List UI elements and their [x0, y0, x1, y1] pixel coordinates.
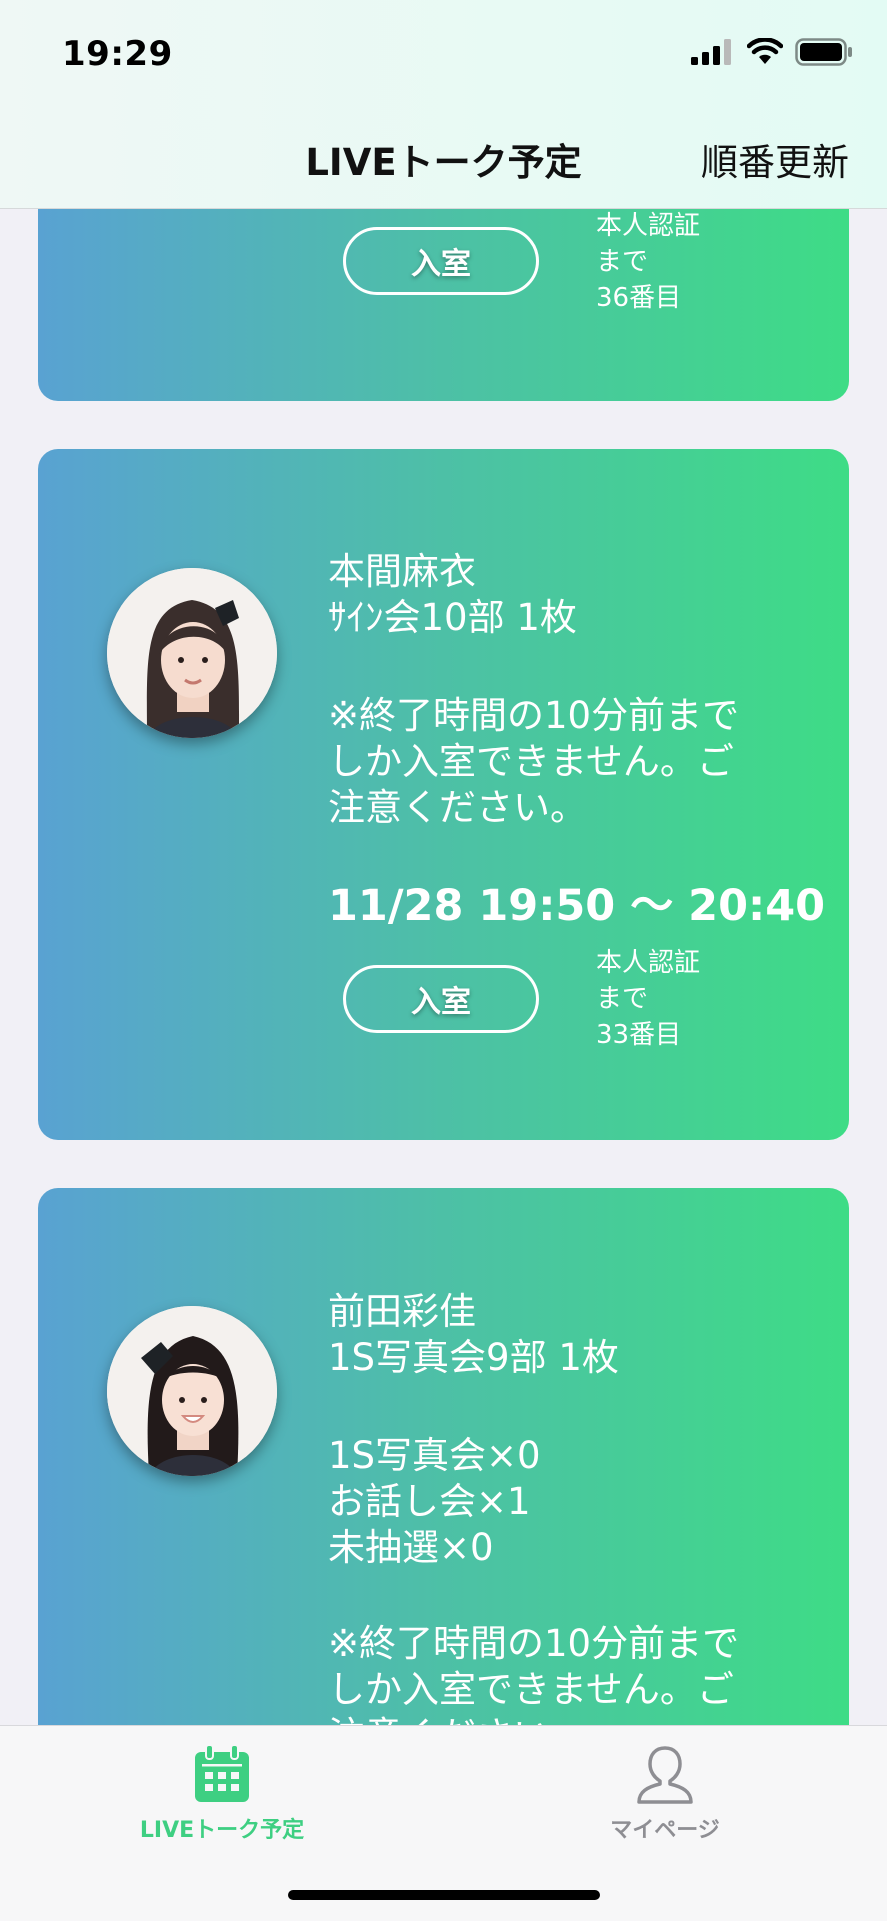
queue-position: 本人認証 まで 36番目: [596, 211, 701, 313]
schedule-card: 前田彩佳 1S写真会9部 1枚 1S写真会×0 お話し会×1 未抽選×0 ※終了…: [38, 1188, 849, 1725]
notice-text: ※終了時間の10分前まで しか入室できません。ご 注意ください。: [328, 694, 740, 829]
schedule-list[interactable]: 入室 本人認証 まで 36番目 本間麻衣 ｻｲﾝ会10部 1枚 ※終了時間の10…: [0, 0, 887, 1725]
queue-position: 本人認証 まで 33番目: [596, 948, 701, 1050]
tab-label: LIVEトーク予定: [139, 1818, 305, 1843]
member-photo: [107, 568, 277, 738]
enter-room-button[interactable]: 入室: [343, 227, 539, 295]
wifi-icon: [747, 38, 783, 64]
tab-live-talk-schedule[interactable]: LIVEトーク予定: [112, 1726, 332, 1846]
tab-bar: LIVEトーク予定 マイページ: [0, 1725, 887, 1921]
calendar-icon: [195, 1744, 249, 1802]
navigation-header: 19:29 LIVEトーク予定 順番更新: [0, 0, 887, 209]
ticket-counts: 1S写真会×0 お話し会×1 未抽選×0: [328, 1434, 541, 1569]
signal-icon: [691, 39, 731, 65]
notice-text: ※終了時間の10分前まで しか入室できません。ご 注意ください。: [328, 1622, 740, 1725]
event-info: ｻｲﾝ会10部 1枚: [328, 596, 577, 639]
tab-my-page[interactable]: マイページ: [555, 1726, 775, 1846]
member-name: 前田彩佳: [328, 1290, 476, 1333]
tab-label: マイページ: [610, 1818, 720, 1843]
person-icon: [637, 1746, 693, 1804]
enter-room-button[interactable]: 入室: [343, 965, 539, 1033]
member-name: 本間麻衣: [328, 550, 476, 593]
battery-icon: [795, 38, 852, 66]
status-time: 19:29: [62, 34, 173, 74]
event-info: 1S写真会9部 1枚: [328, 1336, 619, 1379]
member-photo: [107, 1306, 277, 1476]
schedule-card: 本間麻衣 ｻｲﾝ会10部 1枚 ※終了時間の10分前まで しか入室できません。ご…: [38, 449, 849, 1140]
status-icons: [691, 38, 853, 66]
avatar: [107, 568, 277, 738]
refresh-order-button[interactable]: 順番更新: [701, 132, 849, 186]
event-time: 11/28 19:50 〜 20:40: [328, 881, 826, 931]
home-indicator: [288, 1890, 600, 1900]
avatar: [107, 1306, 277, 1476]
